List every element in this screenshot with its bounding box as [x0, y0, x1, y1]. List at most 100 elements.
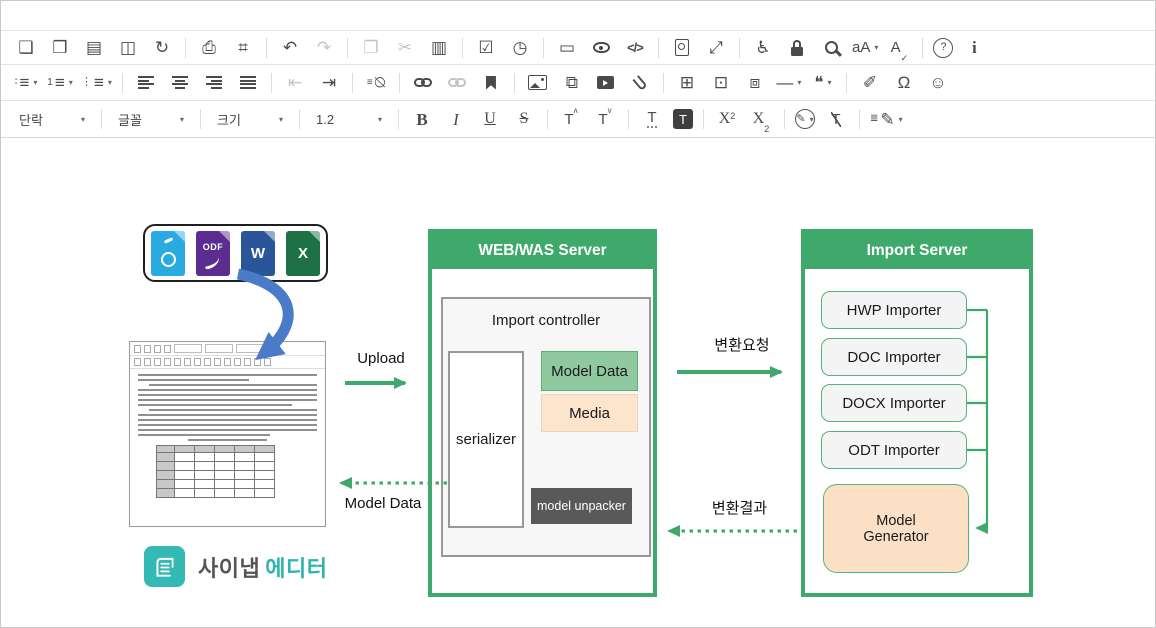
grow-font-button[interactable]: Tʌ [558, 106, 584, 132]
page-setup-button[interactable]: ⌗ [230, 35, 256, 61]
fullscreen-button[interactable]: ⤢ [703, 35, 729, 61]
menu-bar [1, 1, 1155, 31]
copy-button[interactable]: ❐ [358, 35, 384, 61]
undo-button[interactable]: ↶ [277, 35, 303, 61]
find-in-document-button[interactable] [669, 35, 695, 61]
paste-button[interactable]: ▥ [426, 35, 452, 61]
bookmark-button[interactable] [478, 70, 504, 96]
paragraph-style-select[interactable]: 단락▾ [13, 106, 91, 132]
document-canvas[interactable]: ODF W X [1, 138, 1155, 628]
align-right-button[interactable] [201, 70, 227, 96]
align-justify-button[interactable] [235, 70, 261, 96]
link-icon [414, 78, 432, 87]
format-painter-button[interactable]: ✎▾ [795, 109, 815, 129]
image-button[interactable] [525, 70, 551, 96]
superscript-button[interactable]: X2 [714, 106, 740, 132]
accessibility-button[interactable]: ♿ [750, 35, 776, 61]
numbered-list-button[interactable]: 1≡▾ [47, 70, 73, 96]
unlink-button[interactable] [444, 70, 470, 96]
image-gallery-button[interactable]: ⧉ [559, 70, 585, 96]
new-document-button[interactable]: ❏ [13, 35, 39, 61]
zoom-search-button[interactable] [818, 35, 844, 61]
text-color-button[interactable]: T [639, 106, 665, 132]
special-char-button[interactable]: Ω [891, 70, 917, 96]
clear-format-button[interactable]: T [823, 106, 849, 132]
paragraph-marks-button[interactable]: ≣✎▾ [870, 106, 903, 132]
subscript-button[interactable]: X2 [748, 106, 774, 132]
blockquote-button[interactable]: ❝▾ [810, 70, 836, 96]
indent-button[interactable]: ⇥ [316, 70, 342, 96]
logo-word-synap: 사이냅 [198, 556, 260, 581]
thumb-table [156, 445, 275, 498]
outdent-button[interactable]: ⇤ [282, 70, 308, 96]
ruler-button[interactable]: ▭ [554, 35, 580, 61]
toolbar-row-1: ❏ ❒ ▤ ◫ ↻ ⎙ ⌗ ↶ ↷ ❐ ✂ ▥ ☑ ◷ ▭ </> ⤢ ♿ aA▾ A✓? i [1, 31, 1155, 65]
chevron-down-icon: ▾ [108, 78, 112, 87]
toolbar-divider [859, 109, 860, 129]
toolbar-divider [266, 38, 267, 58]
chevron-down-icon: ▾ [828, 78, 832, 87]
attachment-icon [632, 75, 647, 91]
align-right-icon [206, 76, 222, 89]
italic-button[interactable]: I [443, 106, 469, 132]
chevron-down-icon: ▾ [279, 115, 283, 124]
upload-label: Upload [341, 350, 421, 367]
template-button[interactable]: ◫ [115, 35, 141, 61]
horizontal-line-button[interactable]: —▾ [776, 70, 802, 96]
insert-frame-button[interactable]: ⊡ [708, 70, 734, 96]
insert-object-button[interactable]: ⧈ [742, 70, 768, 96]
find-in-document-icon [675, 39, 689, 56]
timed-check-button[interactable]: ◷ [507, 35, 533, 61]
video-icon [597, 76, 614, 89]
toolbar-divider [347, 38, 348, 58]
spellcheck-button[interactable]: A✓ [886, 35, 912, 61]
toolbar-divider [122, 73, 123, 93]
align-left-button[interactable] [133, 70, 159, 96]
toolbar-row-2: ∶≡▾ 1≡▾ ⋮≡▾ ⇤ ⇥ ≡⍉ ⧉ ⊞ ⊡ ⧈ —▾ ❝▾ ✐ Ω ☺ [1, 65, 1155, 101]
align-center-button[interactable] [167, 70, 193, 96]
bullet-list-button[interactable]: ∶≡▾ [13, 70, 39, 96]
bookmark-icon [486, 76, 496, 90]
paragraph-format-button[interactable]: ≡⍉ [363, 70, 389, 96]
font-size-select[interactable]: 크기▾ [211, 106, 289, 132]
underline-button[interactable]: U [477, 106, 503, 132]
importer-box: HWP Importer [821, 291, 967, 329]
preview-eye-button[interactable] [588, 35, 614, 61]
document-history-button[interactable]: ↻ [149, 35, 175, 61]
emoticon-button[interactable]: ☺ [925, 70, 951, 96]
document-properties-button[interactable]: ▤ [81, 35, 107, 61]
bold-button[interactable]: B [409, 106, 435, 132]
image-icon [528, 75, 547, 90]
thumb-toolbar [130, 342, 325, 356]
attachment-button[interactable] [627, 70, 653, 96]
redo-button[interactable]: ↷ [311, 35, 337, 61]
video-button[interactable] [593, 70, 619, 96]
open-document-button[interactable]: ❒ [47, 35, 73, 61]
synap-editor-logo: 사이냅에디터 [144, 546, 327, 587]
font-family-select[interactable]: 글꼴▾ [112, 106, 190, 132]
help-button[interactable]: ? [933, 38, 953, 58]
link-button[interactable] [410, 70, 436, 96]
track-changes-button[interactable]: ☑ [473, 35, 499, 61]
highlight-color-button[interactable]: T [673, 109, 693, 129]
importer-box: DOCX Importer [821, 384, 967, 422]
shrink-font-button[interactable]: Tv [592, 106, 618, 132]
table-button[interactable]: ⊞ [674, 70, 700, 96]
info-button[interactable]: i [961, 35, 987, 61]
multilevel-list-button[interactable]: ⋮≡▾ [81, 70, 112, 96]
strikethrough-button[interactable]: S [511, 106, 537, 132]
synap-editor-window: ❏ ❒ ▤ ◫ ↻ ⎙ ⌗ ↶ ↷ ❐ ✂ ▥ ☑ ◷ ▭ </> ⤢ ♿ aA▾ A✓? i ∶≡▾ 1≡▾ ⋮≡▾ ⇤ ⇥ ≡… [0, 0, 1156, 628]
case-button[interactable]: aA▾ [852, 35, 878, 61]
cut-button[interactable]: ✂ [392, 35, 418, 61]
convert-request-label: 변환요청 [687, 334, 797, 355]
code-view-button[interactable]: </> [622, 35, 648, 61]
convert-result-label: 변환결과 [687, 497, 792, 518]
drawing-button[interactable]: ✐ [857, 70, 883, 96]
toolbar-divider [547, 109, 548, 129]
print-button[interactable]: ⎙ [196, 35, 222, 61]
chevron-down-icon: ▾ [69, 78, 73, 87]
toolbar-divider [628, 109, 629, 129]
line-height-select[interactable]: 1.2▾ [310, 106, 388, 132]
media-box: Media [541, 394, 638, 432]
lock-button[interactable] [784, 35, 810, 61]
